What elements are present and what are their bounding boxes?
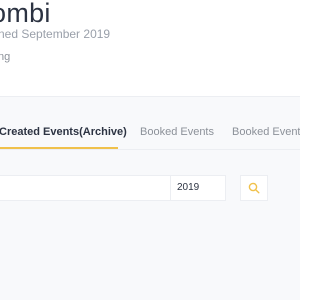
tab-created-events-archive[interactable]: Created Events(Archive) xyxy=(0,126,127,138)
events-tab-bar: Created Events(Archive) Booked Events Bo… xyxy=(0,109,300,150)
profile-name: ombi xyxy=(0,0,51,28)
profile-role-text: ng xyxy=(0,51,11,63)
events-list xyxy=(0,210,300,300)
profile-page: ombi ned September 2019 ng Created Event… xyxy=(0,0,300,300)
joined-date-text: ned September 2019 xyxy=(0,27,111,41)
search-button[interactable] xyxy=(240,175,268,201)
year-select[interactable]: 2019 xyxy=(170,175,226,201)
event-filter-input[interactable] xyxy=(0,175,172,201)
active-tab-indicator xyxy=(0,147,118,149)
tab-booked-events[interactable]: Booked Events xyxy=(140,126,214,138)
tab-booked-events-2[interactable]: Booked Events xyxy=(232,126,300,138)
search-icon xyxy=(248,182,260,194)
filter-row: 2019 xyxy=(0,175,300,201)
